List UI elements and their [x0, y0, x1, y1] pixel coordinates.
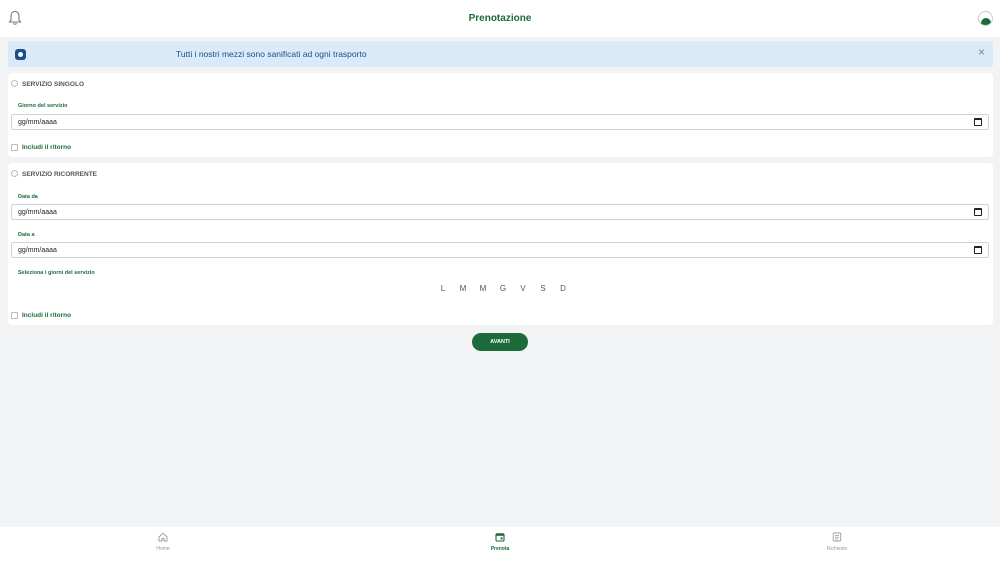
weekday-tuesday[interactable]: M: [453, 284, 473, 293]
nav-label-richieste: Richieste: [826, 546, 848, 552]
recurring-service-title: SERVIZIO RICORRENTE: [22, 171, 98, 178]
date-from-label: Data da: [18, 194, 38, 200]
weekday-friday[interactable]: V: [513, 284, 533, 293]
top-header: Prenotazione: [0, 0, 1000, 37]
calendar-icon[interactable]: [974, 118, 982, 126]
weekday-saturday[interactable]: S: [533, 284, 553, 293]
next-button[interactable]: AVANTI: [472, 333, 528, 351]
date-to-value: gg/mm/aaaa: [18, 247, 57, 254]
date-from-input[interactable]: gg/mm/aaaa: [11, 204, 989, 220]
weekday-selector: L M M G V S D: [433, 284, 573, 293]
weekday-wednesday[interactable]: M: [473, 284, 493, 293]
single-service-card: SERVIZIO SINGOLO Giorno del servizio gg/…: [8, 73, 993, 157]
service-day-value: gg/mm/aaaa: [18, 119, 57, 126]
nav-label-prenota: Prenota: [490, 546, 510, 552]
recurring-service-card: SERVIZIO RICORRENTE Data da gg/mm/aaaa D…: [8, 163, 993, 325]
bottom-nav: Home Prenota Richieste: [0, 527, 1000, 563]
avatar[interactable]: [978, 11, 993, 26]
close-icon[interactable]: ×: [978, 46, 985, 58]
page-title: Prenotazione: [468, 13, 532, 24]
service-days-label: Seleziona i giorni del servizio: [18, 270, 95, 276]
date-to-label: Data a: [18, 232, 35, 238]
recurring-return-label[interactable]: Includi il ritorno: [22, 312, 71, 319]
list-icon: [832, 532, 842, 542]
date-from-value: gg/mm/aaaa: [18, 209, 57, 216]
weekday-sunday[interactable]: D: [553, 284, 573, 293]
banner-message: Tutti i nostri mezzi sono sanificati ad …: [176, 49, 367, 59]
single-service-radio[interactable]: [11, 80, 18, 87]
recurring-return-checkbox[interactable]: [11, 312, 18, 319]
info-banner: Tutti i nostri mezzi sono sanificati ad …: [8, 41, 993, 67]
service-day-label: Giorno del servizio: [18, 103, 68, 109]
calendar-icon: [495, 533, 505, 542]
home-icon: [158, 532, 168, 542]
weekday-thursday[interactable]: G: [493, 284, 513, 293]
date-to-input[interactable]: gg/mm/aaaa: [11, 242, 989, 258]
avatar-image-icon: [981, 18, 991, 25]
nav-label-home: Home: [156, 546, 170, 552]
info-icon: [15, 49, 26, 60]
single-return-label[interactable]: Includi il ritorno: [22, 144, 71, 151]
service-day-input[interactable]: gg/mm/aaaa: [11, 114, 989, 130]
nav-item-richieste[interactable]: Richieste: [807, 532, 867, 552]
nav-item-home[interactable]: Home: [133, 532, 193, 552]
calendar-icon[interactable]: [974, 208, 982, 216]
recurring-service-radio[interactable]: [11, 170, 18, 177]
calendar-icon[interactable]: [974, 246, 982, 254]
single-return-checkbox[interactable]: [11, 144, 18, 151]
single-service-title: SERVIZIO SINGOLO: [22, 81, 85, 88]
nav-item-prenota[interactable]: Prenota: [470, 532, 530, 552]
weekday-monday[interactable]: L: [433, 284, 453, 293]
